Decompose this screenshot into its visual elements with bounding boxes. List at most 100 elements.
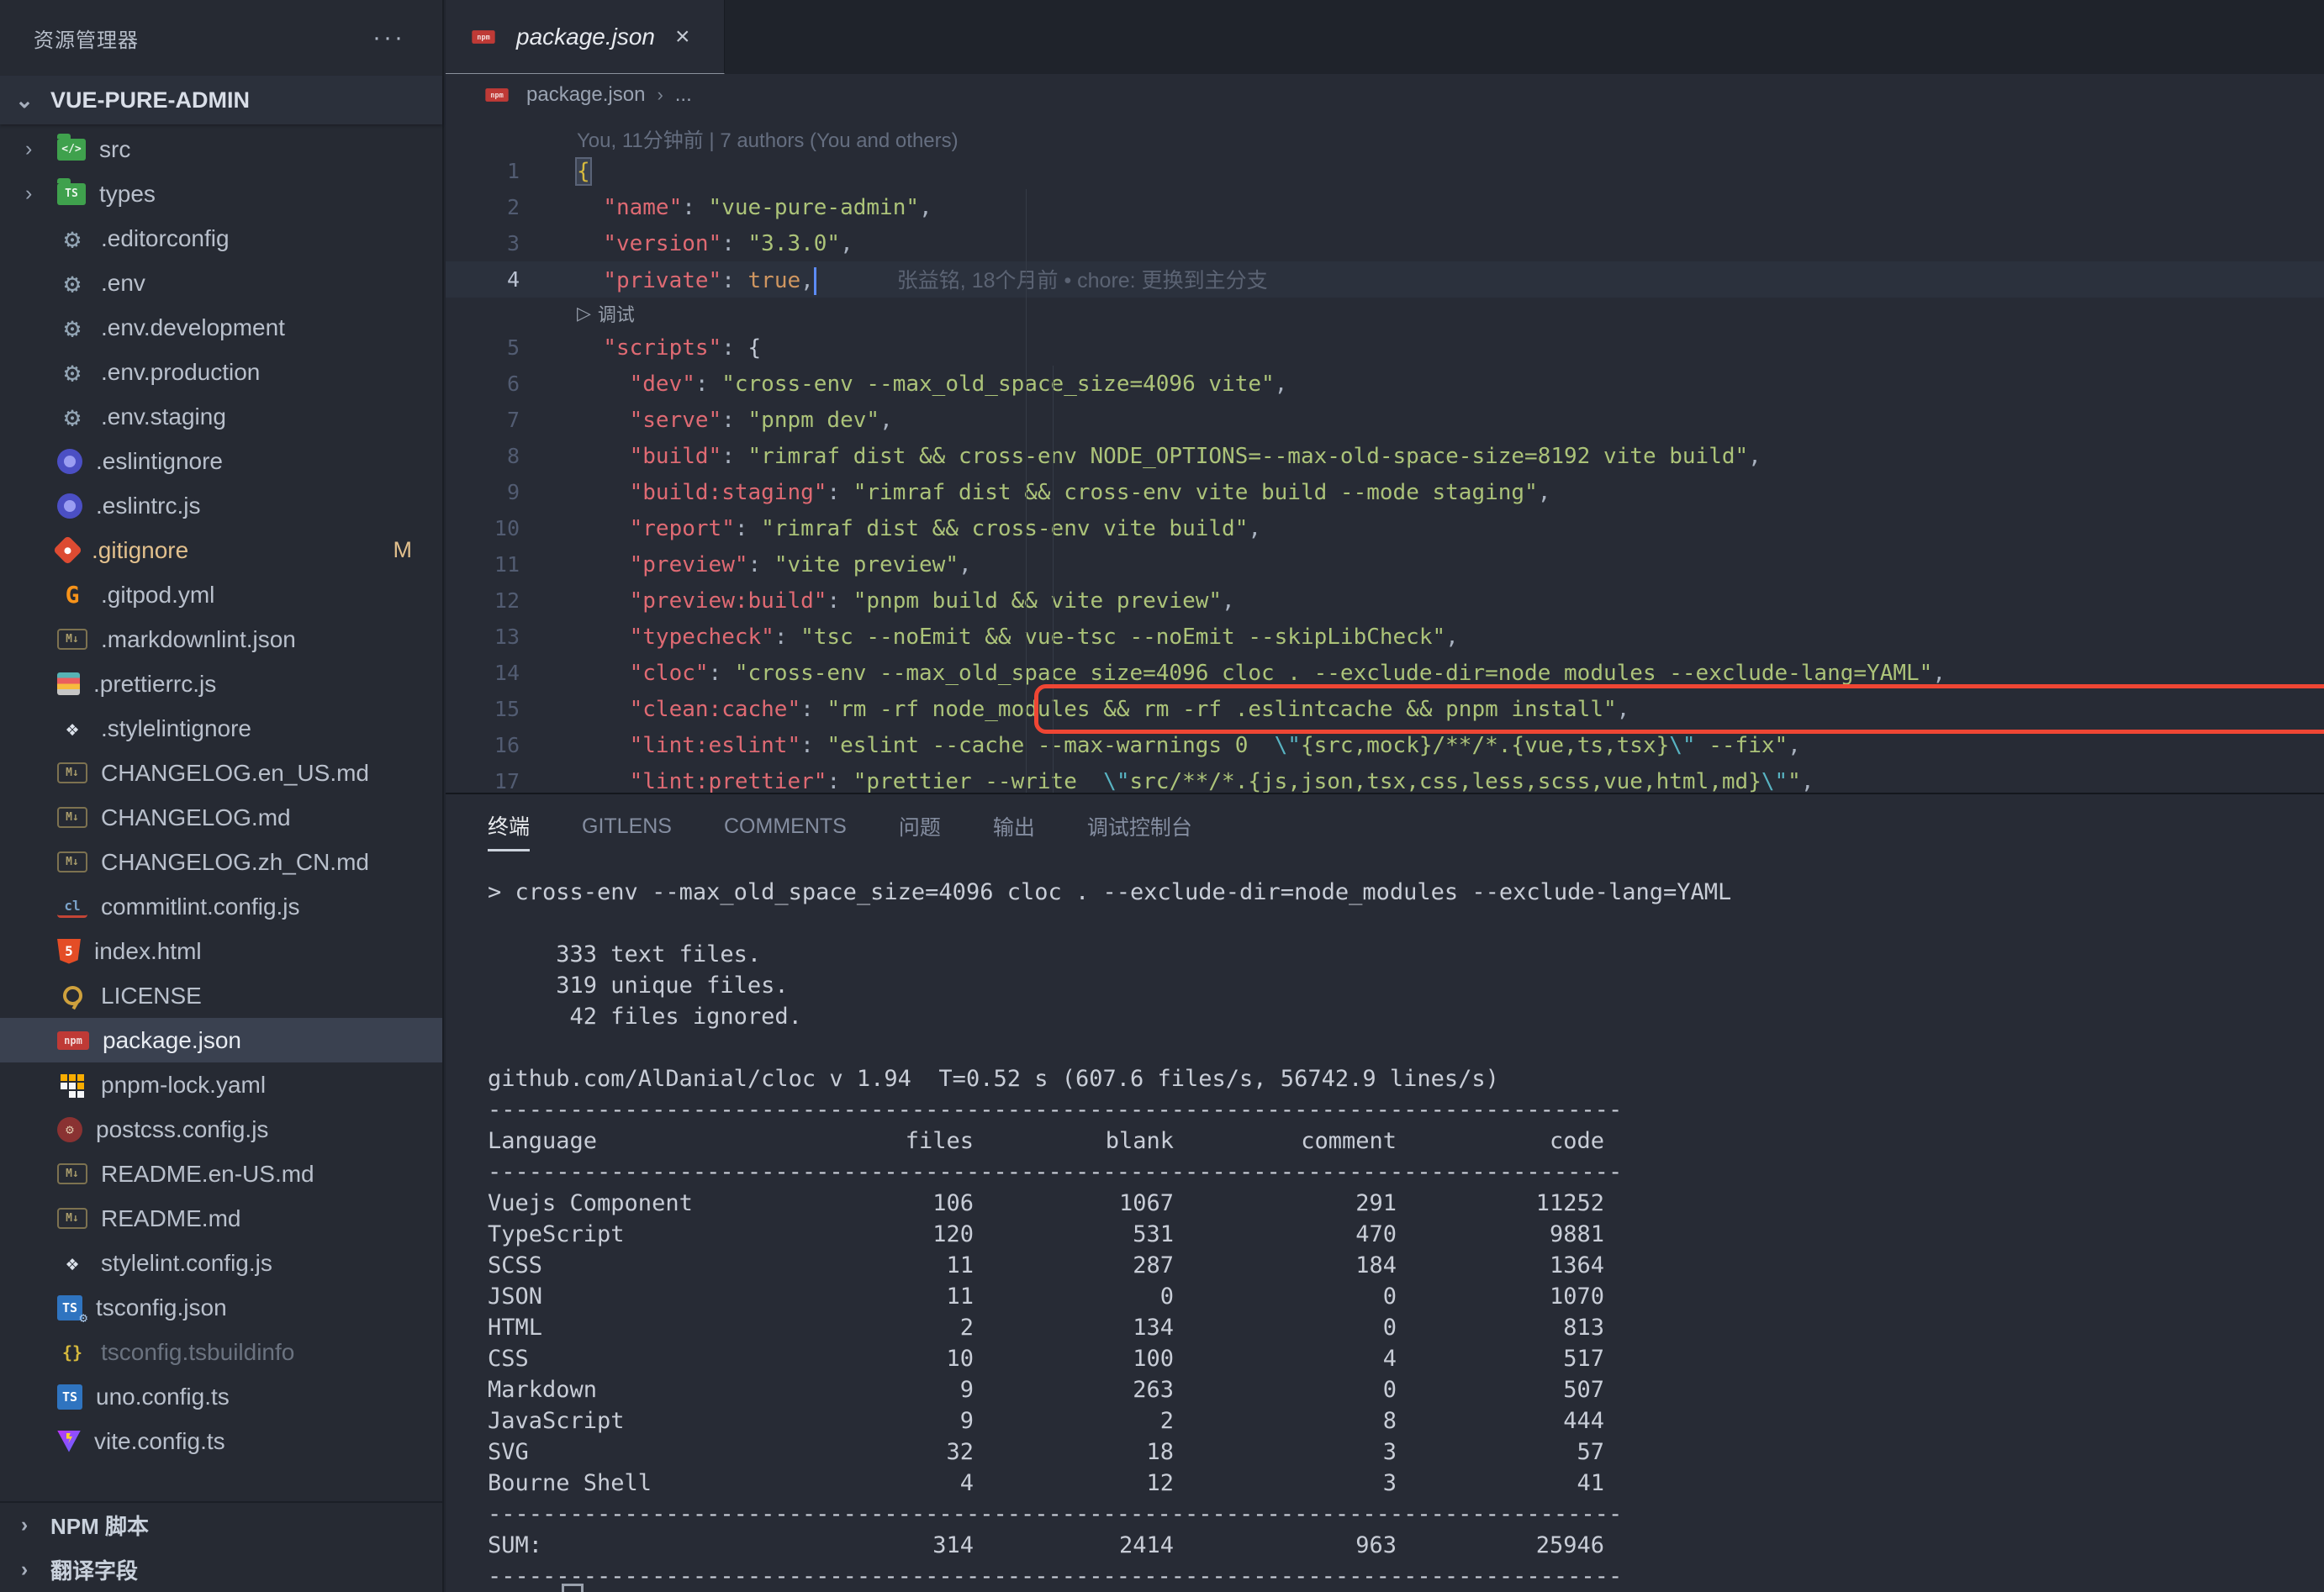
string-value: " — [1788, 768, 1801, 793]
tab-package-json[interactable]: npm package.json × — [446, 0, 725, 74]
code-line-8[interactable]: 8 "build": "rimraf dist && cross-env NOD… — [446, 438, 2324, 474]
file-item-postcss.config.js[interactable]: ⚙ postcss.config.js — [0, 1107, 442, 1152]
panel-tab-终端[interactable]: 终端 — [488, 799, 531, 851]
code-line-14[interactable]: 14 "cloc": "cross-env --max_old_space_si… — [446, 655, 2324, 691]
cell: SVG — [488, 1439, 529, 1465]
cell: 0 — [1382, 1377, 1397, 1403]
section-NPM 脚本[interactable]: › NPM 脚本 — [0, 1503, 442, 1547]
code-line-3[interactable]: 3 "version": "3.3.0", — [446, 225, 2324, 261]
cloc-separator: ----------------------------------------… — [488, 1501, 1623, 1527]
code-line-13[interactable]: 13 "typecheck": "tsc --noEmit && vue-tsc… — [446, 619, 2324, 655]
file-item-.eslintrc.js[interactable]: .eslintrc.js — [0, 483, 442, 528]
file-item-index.html[interactable]: 5 index.html — [0, 929, 442, 973]
debug-codelens[interactable]: ▷ 调试 — [446, 298, 2324, 329]
panel-tab-问题[interactable]: 问题 — [899, 799, 941, 850]
file-item-.prettierrc.js[interactable]: .prettierrc.js — [0, 662, 442, 706]
file-item-vite.config.ts[interactable]: vite.config.ts — [0, 1419, 442, 1463]
code-editor[interactable]: You, 11分钟前 | 7 authors (You and others) … — [446, 116, 2324, 793]
code-line-6[interactable]: 6 "dev": "cross-env --max_old_space_size… — [446, 366, 2324, 402]
project-root-row[interactable]: ⌄ VUE-PURE-ADMIN — [0, 76, 442, 124]
code-line-11[interactable]: 11 "preview": "vite preview", — [446, 546, 2324, 583]
breadcrumb-file[interactable]: package.json — [526, 83, 645, 107]
string-value: "rm -rf node_modules && rm -rf .eslintca… — [827, 696, 1617, 722]
file-item-.env[interactable]: ⚙ .env — [0, 261, 442, 305]
file-label: README.md — [101, 1205, 241, 1231]
file-item-.gitpod.yml[interactable]: G .gitpod.yml — [0, 572, 442, 617]
file-item-README.en-US.md[interactable]: M↓ README.en-US.md — [0, 1152, 442, 1196]
file-item-.stylelintignore[interactable]: ❖ .stylelintignore — [0, 706, 442, 751]
panel-tab-GITLENS[interactable]: GITLENS — [582, 803, 672, 847]
code-line-2[interactable]: 2 "name": "vue-pure-admin", — [446, 189, 2324, 225]
code-line-15[interactable]: 15 "clean:cache": "rm -rf node_modules &… — [446, 691, 2324, 727]
file-item-tsconfig.tsbuildinfo[interactable]: {} tsconfig.tsbuildinfo — [0, 1330, 442, 1374]
line-number: 8 — [506, 444, 520, 468]
code-line-7[interactable]: 7 "serve": "pnpm dev", — [446, 402, 2324, 438]
line-number: 16 — [494, 733, 520, 757]
file-item-tsconfig.json[interactable]: TS tsconfig.json — [0, 1285, 442, 1330]
file-label: tsconfig.json — [96, 1294, 227, 1321]
code-line-4[interactable]: 4 "private": true, 张益铭, 18个月前 • chore: 更换… — [446, 261, 2324, 298]
file-item-.editorconfig[interactable]: ⚙ .editorconfig — [0, 216, 442, 261]
file-item-commitlint.config.js[interactable]: cl commitlint.config.js — [0, 884, 442, 929]
file-item-CHANGELOG.en_US.md[interactable]: M↓ CHANGELOG.en_US.md — [0, 751, 442, 795]
code-line-12[interactable]: 12 "preview:build": "pnpm build && vite … — [446, 583, 2324, 619]
cloc-table-row: Bourne Shell 4 12 3 41 — [488, 1468, 2324, 1499]
file-item-types[interactable]: › TS types — [0, 171, 442, 216]
line-number: 6 — [506, 372, 520, 396]
close-icon[interactable]: × — [675, 23, 690, 51]
cell: 813 — [1563, 1315, 1604, 1341]
colon: : — [721, 335, 748, 361]
file-item-package.json[interactable]: npm package.json — [0, 1018, 442, 1062]
file-item-CHANGELOG.md[interactable]: M↓ CHANGELOG.md — [0, 795, 442, 840]
explorer-header: 资源管理器 ··· — [0, 0, 442, 76]
file-label: commitlint.config.js — [101, 893, 300, 920]
code-line-9[interactable]: 9 "build:staging": "rimraf dist && cross… — [446, 474, 2324, 510]
file-item-.eslintignore[interactable]: .eslintignore — [0, 439, 442, 483]
cell: Language — [488, 1128, 598, 1154]
file-item-.env.production[interactable]: ⚙ .env.production — [0, 350, 442, 394]
file-item-.env.staging[interactable]: ⚙ .env.staging — [0, 394, 442, 439]
panel-tab-输出[interactable]: 输出 — [993, 799, 1035, 850]
code-line-17[interactable]: 17 "lint:prettier": "prettier --write \"… — [446, 763, 2324, 793]
code-line-5[interactable]: 5 "scripts": { — [446, 329, 2324, 366]
file-item-uno.config.ts[interactable]: TS uno.config.ts — [0, 1374, 442, 1419]
comma: , — [1748, 443, 1761, 469]
file-item-CHANGELOG.zh_CN.md[interactable]: M↓ CHANGELOG.zh_CN.md — [0, 840, 442, 884]
cell: 1364 — [1549, 1252, 1604, 1278]
code-line-1[interactable]: 1{ — [446, 153, 2324, 189]
file-item-.gitignore[interactable]: .gitignore M — [0, 528, 442, 572]
file-item-stylelint.config.js[interactable]: ❖ stylelint.config.js — [0, 1241, 442, 1285]
line-text: "lint:prettier": "prettier --write \"src… — [557, 769, 1814, 793]
json-key: "lint:prettier" — [629, 768, 827, 793]
file-item-LICENSE[interactable]: LICENSE — [0, 973, 442, 1018]
authors-codelens[interactable]: You, 11分钟前 | 7 authors (You and others) — [446, 116, 2324, 153]
string-value: "rimraf dist && cross-env vite build --m… — [853, 479, 1538, 505]
file-item-src[interactable]: › </> src — [0, 127, 442, 171]
section-翻译字段[interactable]: › 翻译字段 — [0, 1547, 442, 1592]
panel-tab-调试控制台[interactable]: 调试控制台 — [1087, 799, 1192, 850]
colon: : — [827, 479, 853, 505]
cell: 134 — [1133, 1315, 1174, 1341]
panel-tab-COMMENTS[interactable]: COMMENTS — [724, 803, 847, 847]
more-actions-icon[interactable]: ··· — [372, 24, 405, 52]
breadcrumb-more[interactable]: ... — [675, 83, 692, 107]
breadcrumb[interactable]: npm package.json › ... — [446, 74, 2324, 116]
code-line-16[interactable]: 16 "lint:eslint": "eslint --cache --max-… — [446, 727, 2324, 763]
string-value: "eslint --cache --max-warnings 0 — [827, 732, 1275, 758]
cell: 0 — [1382, 1315, 1397, 1341]
codelens-label: 调试 — [597, 304, 635, 325]
cloc-summary-line: 319 unique files. — [488, 973, 789, 999]
colon: : — [721, 443, 748, 469]
code-line-10[interactable]: 10 "report": "rimraf dist && cross-env v… — [446, 510, 2324, 546]
indent-guide — [1026, 189, 1027, 793]
file-item-.markdownlint.json[interactable]: M↓ .markdownlint.json — [0, 617, 442, 662]
file-item-README.md[interactable]: M↓ README.md — [0, 1196, 442, 1241]
file-item-pnpm-lock.yaml[interactable]: pnpm-lock.yaml — [0, 1062, 442, 1107]
colon: : — [827, 768, 853, 793]
file-item-.env.development[interactable]: ⚙ .env.development — [0, 305, 442, 350]
terminal-output[interactable]: > cross-env --max_old_space_size=4096 cl… — [446, 855, 2324, 1592]
line-number: 13 — [494, 625, 520, 649]
